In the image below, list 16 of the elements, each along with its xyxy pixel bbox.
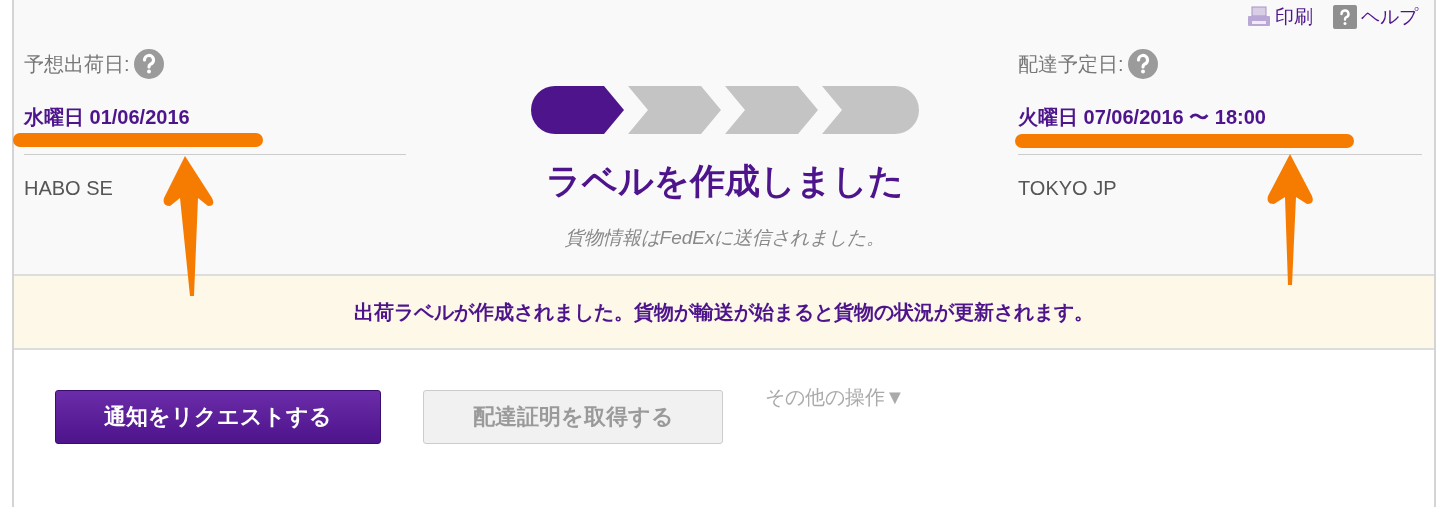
status-title: ラベルを作成しました: [546, 160, 904, 202]
date-label: 配達予定日:: [1018, 51, 1124, 77]
date-value: 水曜日 01/06/2016: [24, 105, 191, 130]
banner-message: 出荷ラベルが作成されました。貨物が輸送が始まると貨物の状況が更新されます。: [354, 299, 1094, 325]
status-note: 貨物情報はFedExに送信されました。: [564, 226, 886, 250]
printer-icon: [1247, 6, 1271, 28]
help-icon: [1333, 5, 1357, 29]
help-icon[interactable]: [133, 49, 164, 79]
location-text: TOKYO JP: [1018, 177, 1118, 200]
help-icon[interactable]: [1127, 49, 1158, 79]
action-button[interactable]: 通知をリクエストする: [55, 390, 381, 444]
date-value: 火曜日 07/06/2016 〜 18:00: [1018, 105, 1267, 130]
date-label: 予想出荷日:: [24, 51, 130, 77]
location-text: HABO SE: [24, 177, 114, 200]
print-link[interactable]: 印刷: [1247, 4, 1313, 30]
help-link[interactable]: ヘルプ: [1333, 4, 1418, 30]
